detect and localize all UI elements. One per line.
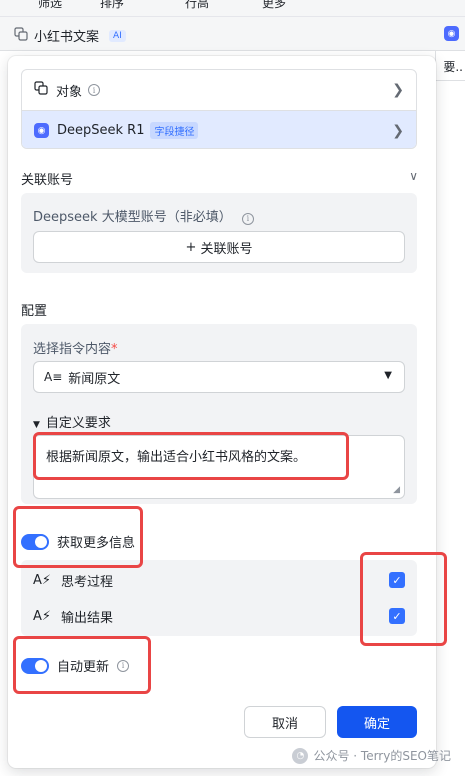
link-account-button[interactable]: + 关联账号: [33, 231, 405, 263]
instruction-label-text: 选择指令内容: [33, 342, 112, 357]
model-label: DeepSeek R1: [57, 123, 145, 138]
object-row[interactable]: 对象 i ❯: [22, 70, 416, 110]
account-label-text: Deepseek 大模型账号（非必填）: [33, 210, 232, 225]
field-header[interactable]: 小红书文案 AI ◉: [0, 17, 465, 51]
required-mark: *: [111, 342, 118, 357]
table-cell[interactable]: 要..: [443, 58, 463, 75]
toolbar-label: 筛选: [38, 0, 63, 10]
model-tag: 字段捷径: [150, 122, 199, 139]
resize-handle-icon[interactable]: ◢: [393, 485, 400, 495]
instruction-label: 选择指令内容*: [33, 338, 118, 357]
view-toolbar: 筛选 排序 行高 更多: [0, 0, 465, 17]
toolbar-label: 排序: [100, 0, 125, 10]
ai-field-icon: A⚡: [33, 572, 52, 588]
more-info-box: A⚡ 思考过程 ✓ A⚡ 输出结果 ✓: [21, 560, 417, 636]
watermark-text: 公众号 · Terry的SEO笔记: [313, 749, 451, 763]
field-name: 小红书文案: [34, 30, 100, 45]
confirm-button[interactable]: 确定: [337, 706, 417, 738]
source-selector: 对象 i ❯ ◉ DeepSeek R1 字段捷径 ❯: [21, 69, 417, 149]
cancel-button[interactable]: 取消: [244, 706, 326, 738]
plus-icon: +: [185, 239, 197, 255]
toolbar-item-filter[interactable]: 筛选: [38, 0, 62, 11]
annotation-highlight: [33, 432, 349, 480]
annotation-highlight: [13, 506, 143, 568]
linked-account-title: 关联账号: [21, 173, 74, 188]
chevron-right-icon: ❯: [392, 82, 404, 98]
object-icon: [34, 81, 48, 99]
toolbar-item-more[interactable]: 更多: [262, 0, 286, 11]
caret-down-icon: ▼: [384, 370, 392, 381]
config-title: 配置: [21, 304, 48, 319]
model-row[interactable]: ◉ DeepSeek R1 字段捷径 ❯: [22, 110, 416, 148]
custom-req-label: 自定义要求: [45, 416, 111, 431]
toolbar-label: 行高: [185, 0, 210, 10]
copy-field-icon: [14, 26, 28, 45]
instruction-select[interactable]: A≡ 新闻原文 ▼: [33, 361, 405, 393]
watermark: ◔ 公众号 · Terry的SEO笔记: [292, 747, 451, 764]
ai-badge: AI: [109, 29, 126, 42]
linked-account-box: Deepseek 大模型账号（非必填） i + 关联账号: [21, 193, 417, 273]
custom-req-toggle[interactable]: ▼ 自定义要求: [33, 412, 111, 431]
output-option-label: 输出结果: [61, 610, 114, 626]
chevron-right-icon: ❯: [392, 123, 404, 139]
caret-down-icon: ▼: [33, 420, 40, 430]
ai-field-icon: A⚡: [33, 608, 52, 624]
output-option-label: 思考过程: [61, 574, 114, 590]
instruction-value: 新闻原文: [68, 371, 121, 387]
output-option-row[interactable]: A⚡ 输出结果 ✓: [33, 598, 405, 634]
info-icon[interactable]: i: [241, 212, 254, 225]
toolbar-item-sort[interactable]: 排序: [100, 0, 124, 11]
toolbar-label: 更多: [262, 0, 287, 10]
info-icon[interactable]: i: [88, 84, 101, 96]
object-label: 对象: [56, 84, 83, 100]
link-account-label: 关联账号: [200, 241, 253, 257]
deepseek-logo-icon: ◉: [444, 26, 459, 41]
toolbar-item-row-height[interactable]: 行高: [185, 0, 209, 11]
annotation-highlight: [360, 552, 447, 646]
text-field-icon: A≡: [44, 370, 63, 384]
wechat-icon: ◔: [292, 747, 309, 764]
annotation-highlight: [13, 636, 151, 694]
account-label: Deepseek 大模型账号（非必填） i: [33, 206, 254, 225]
chevron-down-icon[interactable]: ∨: [409, 169, 418, 183]
deepseek-logo-icon: ◉: [34, 123, 49, 138]
